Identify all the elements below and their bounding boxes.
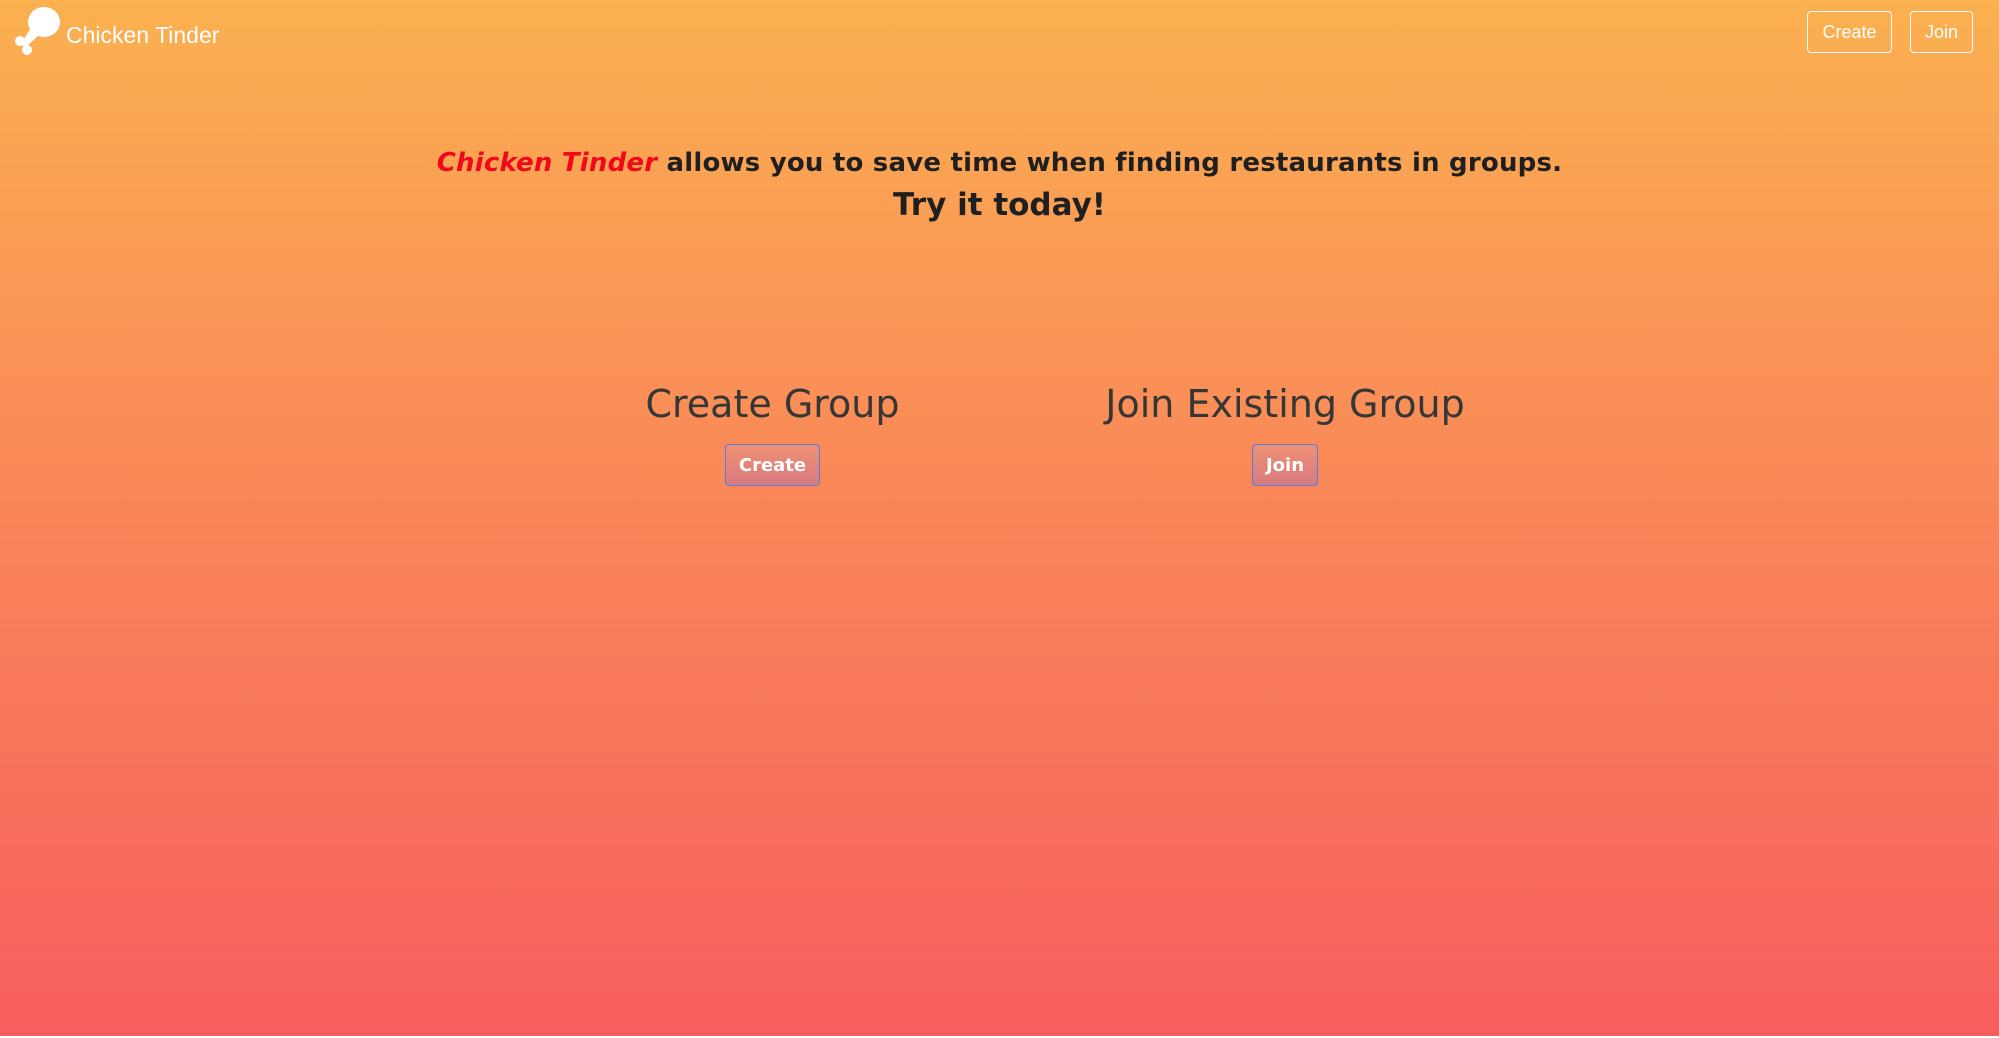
hero-call-to-action: Try it today! [893,187,1106,223]
navbar: Chicken Tinder Create Join [0,0,1999,74]
brand-name: Chicken Tinder [66,21,220,48]
nav-create-button[interactable]: Create [1807,11,1892,53]
hero-tagline-text: allows you to save time when finding res… [657,148,1563,178]
chicken-drumstick-icon [15,7,60,55]
join-group-title: Join Existing Group [1105,382,1465,426]
nav-join-button[interactable]: Join [1910,11,1973,53]
join-group-section: Join Existing Group Join [1085,378,1485,486]
brand-link[interactable]: Chicken Tinder [12,4,219,58]
hero-tagline: Chicken Tinder allows you to save time w… [0,143,1999,183]
hero-brand-highlight: Chicken Tinder [436,148,658,178]
join-group-button[interactable]: Join [1251,444,1319,486]
create-group-title: Create Group [645,382,900,426]
create-group-button[interactable]: Create [724,444,821,486]
page-background: Chicken Tinder Create Join Chicken Tinde… [0,0,1999,1036]
hero-section: Chicken Tinder allows you to save time w… [0,143,1999,227]
create-group-section: Create Group Create [600,378,945,486]
